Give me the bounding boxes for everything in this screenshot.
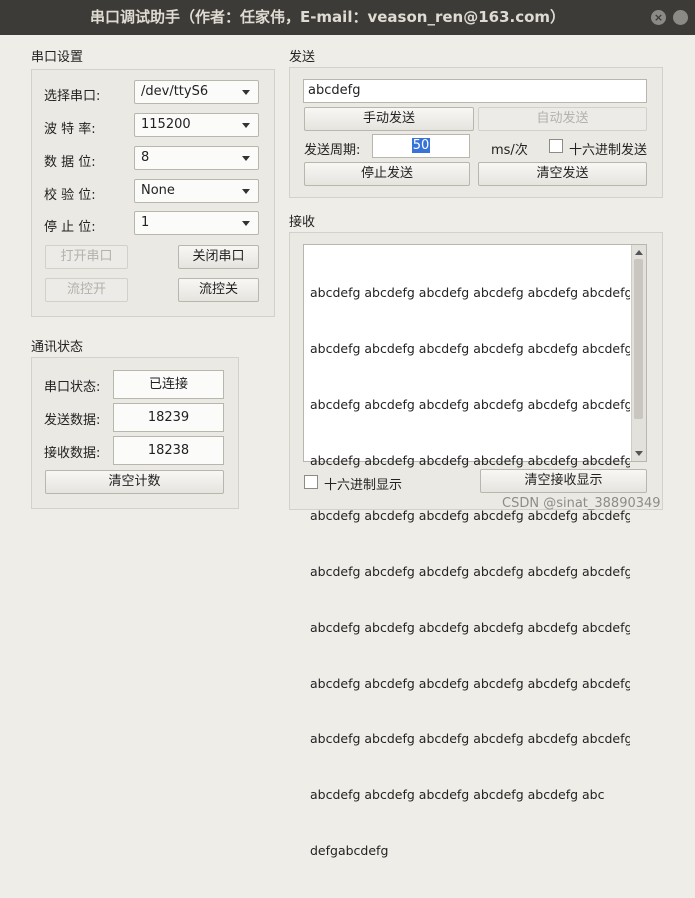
send-input[interactable]: abcdefg — [303, 79, 647, 103]
parity-select[interactable]: None — [134, 179, 259, 203]
receive-line: abcdefg abcdefg abcdefg abcdefg abcdefg … — [310, 340, 630, 356]
send-title: 发送 — [289, 50, 316, 65]
port-select[interactable]: /dev/ttyS6 — [134, 80, 259, 104]
port-state-label: 串口状态: — [44, 380, 101, 395]
window-control-icon[interactable] — [673, 10, 688, 25]
chevron-down-icon — [242, 189, 250, 194]
parity-value: None — [141, 183, 175, 198]
stopbits-label: 停 止 位: — [44, 220, 96, 235]
chevron-down-icon — [242, 156, 250, 161]
receive-line: abcdefg abcdefg abcdefg abcdefg abcdefg … — [310, 731, 630, 747]
manual-send-button[interactable]: 手动发送 — [304, 107, 474, 131]
receive-text: abcdefg abcdefg abcdefg abcdefg abcdefg … — [310, 247, 630, 898]
receive-line: abcdefg abcdefg abcdefg abcdefg abcdefg … — [310, 787, 605, 803]
parity-label: 校 验 位: — [44, 188, 96, 203]
scroll-thumb[interactable] — [634, 259, 643, 419]
watermark: CSDN @sinat_38890349 — [502, 496, 661, 511]
baud-select[interactable]: 115200 — [134, 113, 259, 137]
stopbits-select[interactable]: 1 — [134, 211, 259, 235]
receive-line: defgabcdefg — [310, 843, 389, 858]
auto-send-button[interactable]: 自动发送 — [478, 107, 647, 131]
receive-text-area[interactable]: abcdefg abcdefg abcdefg abcdefg abcdefg … — [303, 244, 647, 858]
hex-display-checkbox[interactable] — [304, 475, 318, 489]
open-port-button[interactable]: 打开串口 — [45, 245, 128, 269]
received-count-label: 接收数据: — [44, 446, 101, 461]
hex-send-checkbox[interactable] — [549, 139, 563, 153]
stop-send-button[interactable]: 停止发送 — [304, 162, 470, 186]
status-title: 通讯状态 — [31, 340, 84, 355]
baud-value: 115200 — [141, 117, 191, 132]
scroll-down-icon[interactable] — [635, 451, 643, 456]
receive-line: abcdefg abcdefg abcdefg abcdefg abcdefg … — [310, 564, 630, 580]
receive-line: abcdefg abcdefg abcdefg abcdefg abcdefg … — [310, 396, 630, 412]
chevron-down-icon — [242, 123, 250, 128]
title-bar: 串口调试助手（作者：任家伟，E-mail：veason_ren@163.com）… — [0, 0, 695, 35]
receive-line: abcdefg abcdefg abcdefg abcdefg abcdefg … — [310, 452, 630, 468]
receive-title: 接收 — [289, 215, 316, 230]
databits-label: 数 据 位: — [44, 155, 96, 170]
clear-receive-button[interactable]: 清空接收显示 — [480, 469, 647, 493]
port-value: /dev/ttyS6 — [141, 84, 209, 99]
databits-value: 8 — [141, 150, 150, 165]
receive-line: abcdefg abcdefg abcdefg abcdefg abcdefg … — [310, 675, 630, 691]
received-count-value: 18238 — [113, 436, 224, 465]
hex-send-label: 十六进制发送 — [569, 143, 648, 158]
sent-count-value: 18239 — [113, 403, 224, 432]
receive-scrollbar[interactable] — [631, 245, 646, 461]
scroll-up-icon[interactable] — [635, 250, 643, 255]
flow-control-off-button[interactable]: 流控关 — [178, 278, 259, 302]
send-period-label: 发送周期: — [304, 143, 361, 158]
send-period-input[interactable]: 50 — [372, 134, 470, 158]
flow-control-on-button[interactable]: 流控开 — [45, 278, 128, 302]
chevron-down-icon — [242, 221, 250, 226]
close-icon[interactable]: × — [651, 10, 666, 25]
hex-display-label: 十六进制显示 — [324, 478, 403, 493]
stopbits-value: 1 — [141, 215, 150, 230]
port-state-value: 已连接 — [113, 370, 224, 399]
baud-label: 波 特 率: — [44, 122, 96, 137]
clear-send-button[interactable]: 清空发送 — [478, 162, 647, 186]
databits-select[interactable]: 8 — [134, 146, 259, 170]
close-port-button[interactable]: 关闭串口 — [178, 245, 259, 269]
sent-count-label: 发送数据: — [44, 413, 101, 428]
chevron-down-icon — [242, 90, 250, 95]
send-period-unit: ms/次 — [491, 143, 528, 158]
receive-line: abcdefg abcdefg abcdefg abcdefg abcdefg … — [310, 285, 630, 301]
serial-settings-title: 串口设置 — [31, 50, 84, 65]
port-label: 选择串口: — [44, 89, 101, 104]
window-title: 串口调试助手（作者：任家伟，E-mail：veason_ren@163.com） — [89, 8, 566, 26]
send-period-value: 50 — [411, 138, 431, 153]
clear-count-button[interactable]: 清空计数 — [45, 470, 224, 494]
receive-line: abcdefg abcdefg abcdefg abcdefg abcdefg … — [310, 619, 630, 635]
